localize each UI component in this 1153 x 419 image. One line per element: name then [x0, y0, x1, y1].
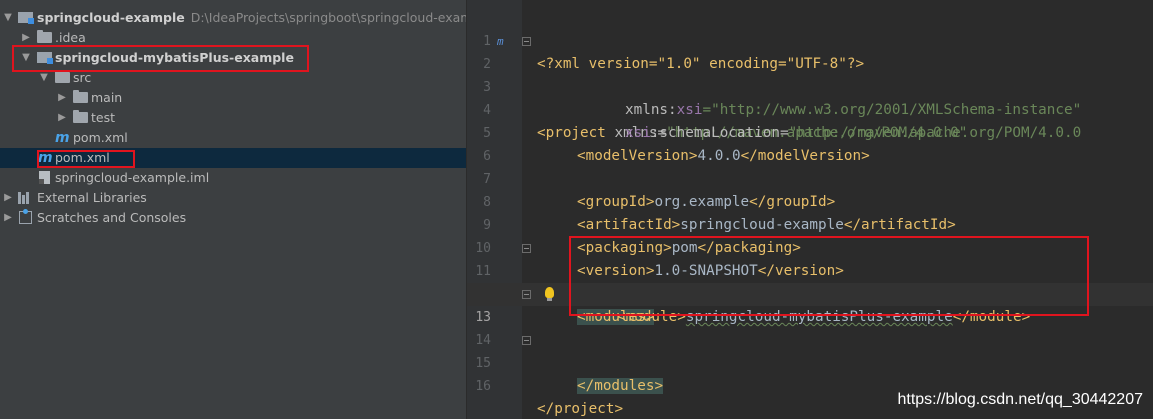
library-icon [18, 192, 32, 204]
tree-row-main[interactable]: ▶ main [0, 88, 466, 108]
code-line[interactable]: 3 xmlns:xsi="http://www.w3.org/2001/XMLS… [467, 53, 1153, 118]
code-line[interactable]: 8 <artifactId>springcloud-example</artif… [467, 168, 1153, 233]
tree-row-external-libraries[interactable]: ▶ External Libraries [0, 188, 466, 208]
code-line[interactable]: 9 <packaging>pom</packaging> [467, 191, 1153, 256]
iml-file-icon [39, 171, 50, 184]
project-tree-panel: ▼ springcloud-example D:\IdeaProjects\spr… [0, 0, 467, 419]
code-line[interactable]: 15 </project> [467, 329, 1153, 417]
fold-marker-icon[interactable] [522, 37, 531, 46]
maven-file-icon: m [55, 130, 70, 146]
tree-row-root[interactable]: ▼ springcloud-example D:\IdeaProjects\spr… [0, 8, 466, 28]
code-line[interactable]: 10 <version>1.0-SNAPSHOT</version> [467, 214, 1153, 279]
tree-row-scratches[interactable]: ▶ Scratches and Consoles [0, 208, 466, 228]
code-line[interactable]: 1 <?xml version="1.0" encoding="UTF-8"?> [467, 7, 1153, 72]
tree-row-iml[interactable]: springcloud-example.iml [0, 168, 466, 188]
expand-arrow-icon[interactable]: ▶ [56, 88, 68, 108]
folder-icon [55, 70, 70, 83]
folder-icon [73, 110, 88, 123]
expand-arrow-icon[interactable]: ▶ [56, 108, 68, 128]
code-line[interactable]: 7 <groupId>org.example</groupId> [467, 145, 1153, 210]
code-line[interactable]: 2 m <project xmlns="http://maven.apache.… [467, 30, 1153, 141]
expand-arrow-icon[interactable]: ▶ [2, 208, 14, 228]
root-project-name: springcloud-example [37, 10, 185, 25]
fold-marker-icon[interactable] [522, 336, 531, 345]
watermark-text: https://blog.csdn.net/qq_30442207 [897, 391, 1143, 408]
expand-arrow-icon[interactable]: ▼ [2, 8, 14, 28]
folder-icon [37, 30, 52, 43]
maven-gutter-icon[interactable]: m [497, 30, 504, 53]
tree-item-label: springcloud-example.iml [55, 170, 210, 185]
highlight-box-pom [37, 150, 135, 168]
code-token: </modules> [577, 378, 664, 394]
root-project-path: D:\IdeaProjects\springboot\springcloud-e… [190, 10, 467, 25]
module-folder-icon [18, 12, 34, 24]
code-line[interactable]: 6 [467, 122, 1153, 164]
code-editor[interactable]: 1 <?xml version="1.0" encoding="UTF-8"?>… [467, 0, 1153, 419]
tree-item-label: main [91, 90, 123, 105]
code-line[interactable]: 16 [467, 352, 1153, 394]
highlight-box-modules [569, 236, 1089, 316]
lightbulb-icon[interactable] [545, 287, 554, 301]
tree-item-label: External Libraries [37, 190, 147, 205]
tree-item-label: test [91, 110, 116, 125]
expand-arrow-icon[interactable]: ▶ [2, 188, 14, 208]
code-line[interactable]: 4 xsi:schemaLocation="http://maven.apach… [467, 76, 1153, 141]
tree-row-module-pom[interactable]: m pom.xml [0, 128, 466, 148]
fold-marker-icon[interactable] [522, 244, 531, 253]
fold-marker-icon[interactable] [522, 290, 531, 299]
tree-row-test[interactable]: ▶ test [0, 108, 466, 128]
highlight-box-module [12, 45, 309, 72]
line-number: 16 [475, 379, 491, 394]
tree-item-label: pom.xml [73, 130, 128, 145]
folder-icon [73, 90, 88, 103]
code-line[interactable]: 5 <modelVersion>4.0.0</modelVersion> [467, 99, 1153, 164]
scratches-icon [19, 209, 32, 224]
tree-item-label: Scratches and Consoles [37, 210, 187, 225]
code-token: </project> [537, 401, 624, 417]
